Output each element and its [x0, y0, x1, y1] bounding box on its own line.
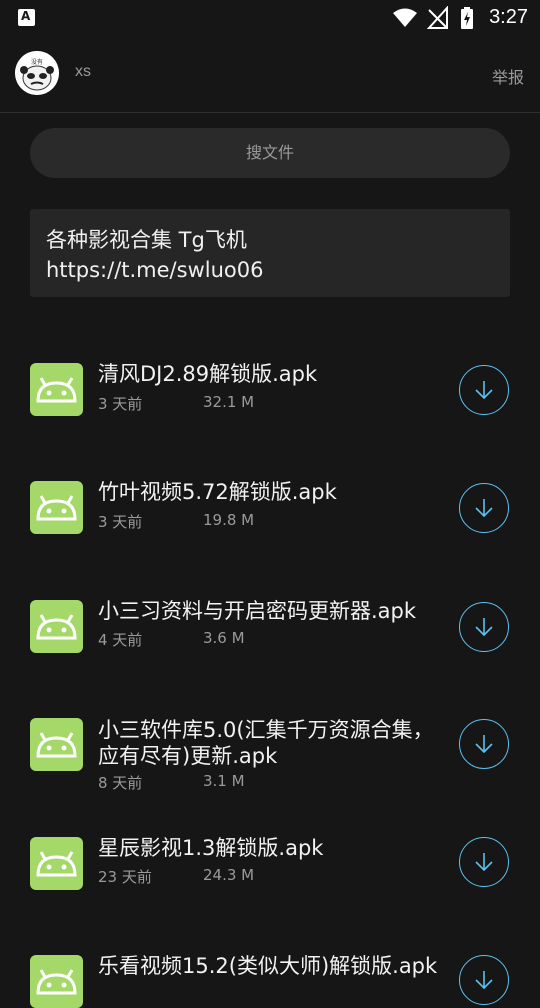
search-file-button[interactable]: 搜文件: [30, 128, 510, 178]
file-size: 3.6 M: [203, 629, 245, 647]
file-size: 24.3 M: [203, 866, 255, 884]
file-size: 32.1 M: [203, 393, 255, 411]
file-meta: 23 天前 24.3 M: [98, 866, 254, 887]
file-name: 星辰影视1.3解锁版.apk: [98, 836, 324, 860]
notice-card: 各种影视合集 Tg飞机 https://t.me/swluo06: [30, 209, 510, 297]
report-button[interactable]: 举报: [492, 64, 524, 88]
clock: 3:27: [489, 6, 528, 28]
file-age: 23 天前: [98, 868, 152, 886]
download-button[interactable]: [459, 365, 509, 415]
panda-meme-avatar-icon: 没有: [15, 51, 59, 95]
file-meta: 8 天前 3.1 M: [98, 772, 245, 793]
app-notification-icon: A: [18, 9, 35, 26]
username: xs: [75, 63, 91, 80]
file-age: 8 天前: [98, 774, 143, 792]
file-meta: 4 天前 3.6 M: [98, 629, 245, 650]
status-bar: A 3:27: [0, 0, 540, 36]
no-signal-icon: [427, 6, 448, 29]
file-size: 3.1 M: [203, 772, 245, 790]
avatar-caption: 没有: [31, 58, 43, 66]
android-icon: [30, 481, 83, 534]
android-icon: [30, 363, 83, 416]
android-icon: [30, 718, 83, 771]
download-button[interactable]: [459, 602, 509, 652]
download-arrow-icon: [475, 853, 493, 872]
file-age: 4 天前: [98, 631, 143, 649]
download-button[interactable]: [459, 483, 509, 533]
file-name: 小三习资料与开启密码更新器.apk: [98, 599, 417, 623]
download-arrow-icon: [475, 971, 493, 990]
download-arrow-icon: [475, 499, 493, 518]
file-meta: 3 天前 19.8 M: [98, 511, 254, 532]
notice-link[interactable]: https://t.me/swluo06: [46, 255, 494, 285]
download-button[interactable]: [459, 837, 509, 887]
android-icon: [30, 600, 83, 653]
file-size: 19.8 M: [203, 511, 255, 529]
file-age: 3 天前: [98, 513, 143, 531]
notice-line-1: 各种影视合集 Tg飞机: [46, 228, 247, 252]
file-name: 清风DJ2.89解锁版.apk: [98, 362, 318, 386]
download-arrow-icon: [475, 735, 493, 754]
download-arrow-icon: [475, 618, 493, 637]
android-icon: [30, 955, 83, 1008]
download-button[interactable]: [459, 719, 509, 769]
file-name: 竹叶视频5.72解锁版.apk: [98, 480, 337, 504]
file-meta: 3 天前 32.1 M: [98, 393, 254, 414]
header: 没有 xs 举报: [0, 36, 540, 113]
file-name: 乐看视频15.2(类似大师)解锁版.apk: [98, 954, 438, 978]
android-icon: [30, 837, 83, 890]
file-age: 3 天前: [98, 395, 143, 413]
file-name: 小三软件库5.0(汇集千万资源合集，应有尽有)更新.apk: [98, 718, 434, 768]
wifi-icon: [393, 8, 417, 27]
avatar[interactable]: 没有: [15, 51, 59, 95]
download-arrow-icon: [475, 381, 493, 400]
battery-charging-icon: [461, 7, 473, 29]
download-button[interactable]: [459, 955, 509, 1005]
